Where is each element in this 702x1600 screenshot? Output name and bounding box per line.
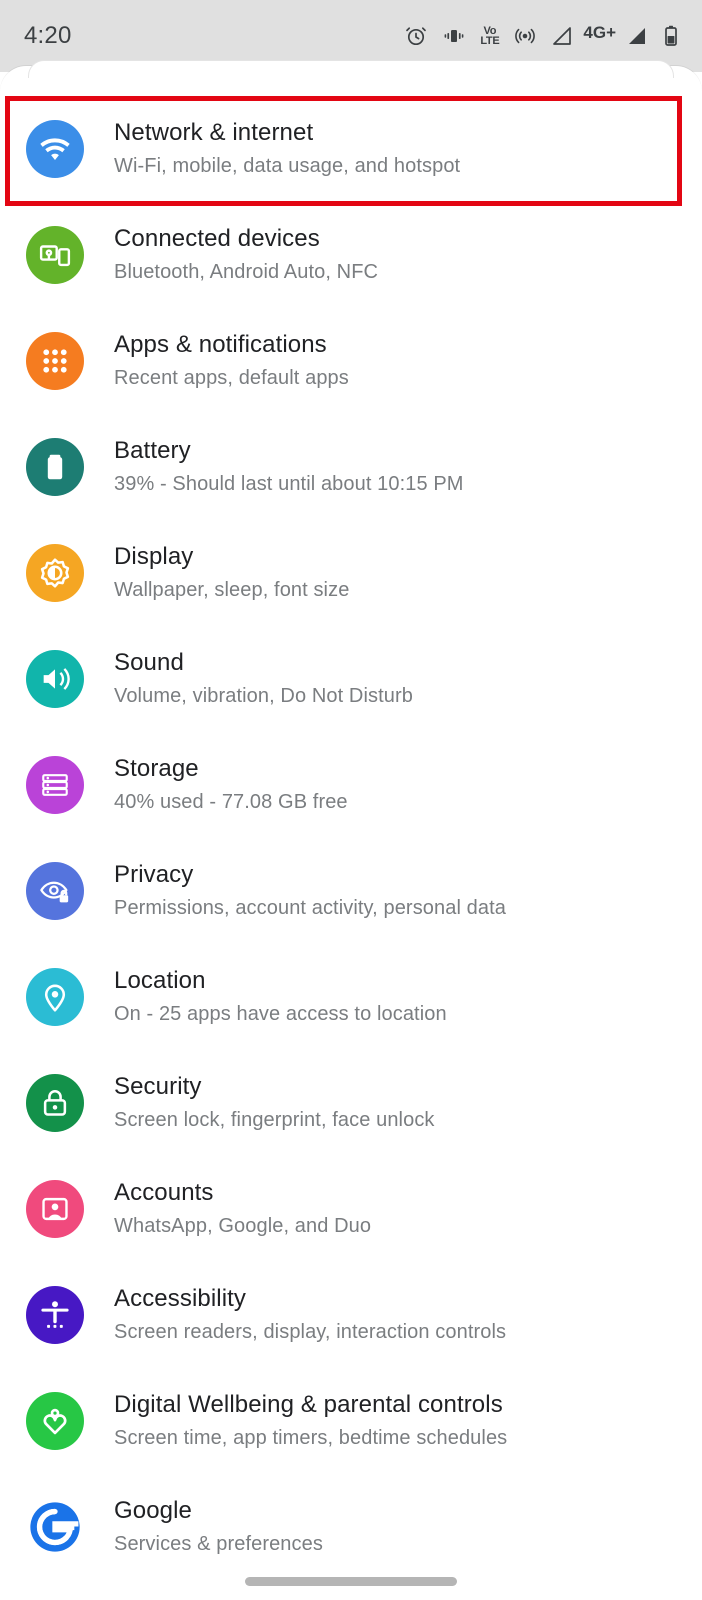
apps-grid-icon (26, 332, 84, 390)
row-subtitle: WhatsApp, Google, and Duo (114, 1214, 372, 1237)
row-icon-wrap (24, 1284, 86, 1346)
battery-icon (26, 438, 84, 496)
row-icon-wrap (24, 542, 86, 604)
row-title: Security (114, 1073, 202, 1101)
row-icon-wrap (24, 648, 86, 710)
settings-row-google[interactable]: Google Services & preferences (0, 1474, 702, 1580)
brightness-icon (26, 544, 84, 602)
row-title: Display (114, 543, 194, 571)
eye-lock-icon (26, 862, 84, 920)
volte-icon: Vo LTE (480, 26, 500, 47)
accessibility-icon (26, 1286, 84, 1344)
wellbeing-heart-icon (26, 1392, 84, 1450)
row-texts: Location On - 25 apps have access to loc… (114, 967, 447, 1026)
row-texts: Digital Wellbeing & parental controls Sc… (114, 1391, 507, 1450)
row-texts: Storage 40% used - 77.08 GB free (114, 755, 348, 814)
status-clock: 4:20 (24, 22, 72, 49)
row-icon-wrap (24, 118, 86, 180)
row-title: Accessibility (114, 1285, 246, 1313)
row-subtitle: Wi-Fi, mobile, data usage, and hotspot (114, 154, 461, 177)
row-icon-wrap (24, 1390, 86, 1452)
lock-icon (26, 1074, 84, 1132)
row-title: Network & internet (114, 119, 314, 147)
row-title: Battery (114, 437, 191, 465)
settings-row-display[interactable]: Display Wallpaper, sleep, font size (0, 520, 702, 626)
row-texts: Google Services & preferences (114, 1497, 323, 1556)
row-subtitle: Screen readers, display, interaction con… (114, 1320, 507, 1343)
settings-row-network-internet[interactable]: Network & internet Wi-Fi, mobile, data u… (0, 96, 702, 202)
row-texts: Apps & notifications Recent apps, defaul… (114, 331, 349, 390)
settings-row-storage[interactable]: Storage 40% used - 77.08 GB free (0, 732, 702, 838)
storage-icon (26, 756, 84, 814)
google-g-icon (26, 1498, 84, 1556)
row-subtitle: Volume, vibration, Do Not Disturb (114, 684, 413, 707)
settings-row-location[interactable]: Location On - 25 apps have access to loc… (0, 944, 702, 1050)
settings-row-apps-notifications[interactable]: Apps & notifications Recent apps, defaul… (0, 308, 702, 414)
row-texts: Accessibility Screen readers, display, i… (114, 1285, 506, 1344)
row-icon-wrap (24, 436, 86, 498)
hotspot-icon (513, 24, 537, 48)
row-texts: Display Wallpaper, sleep, font size (114, 543, 349, 602)
row-subtitle: Screen time, app timers, bedtime schedul… (114, 1426, 508, 1449)
wifi-icon (26, 120, 84, 178)
row-title: Location (114, 967, 206, 995)
row-icon-wrap (24, 224, 86, 286)
alarm-icon (404, 24, 428, 48)
row-icon-wrap (24, 860, 86, 922)
row-title: Sound (114, 649, 184, 677)
row-title: Apps & notifications (114, 331, 327, 359)
row-title: Connected devices (114, 225, 320, 253)
status-icon-group: Vo LTE 4G+ (404, 23, 680, 49)
row-title: Accounts (114, 1179, 214, 1207)
settings-row-privacy[interactable]: Privacy Permissions, account activity, p… (0, 838, 702, 944)
volte-bottom-label: LTE (480, 35, 500, 47)
settings-row-security[interactable]: Security Screen lock, fingerprint, face … (0, 1050, 702, 1156)
row-texts: Security Screen lock, fingerprint, face … (114, 1073, 435, 1132)
row-subtitle: On - 25 apps have access to location (114, 1002, 447, 1025)
row-icon-wrap (24, 330, 86, 392)
vibrate-icon (442, 24, 466, 48)
row-texts: Privacy Permissions, account activity, p… (114, 861, 506, 920)
row-subtitle: Recent apps, default apps (114, 366, 349, 389)
row-icon-wrap (24, 1072, 86, 1134)
settings-row-battery[interactable]: Battery 39% - Should last until about 10… (0, 414, 702, 520)
settings-row-connected-devices[interactable]: Connected devices Bluetooth, Android Aut… (0, 202, 702, 308)
settings-row-accounts[interactable]: Accounts WhatsApp, Google, and Duo (0, 1156, 702, 1262)
row-title: Google (114, 1497, 192, 1525)
location-pin-icon (26, 968, 84, 1026)
signal-bars-2-icon (626, 25, 648, 47)
network-type-label: 4G+ (583, 23, 616, 42)
row-subtitle: Permissions, account activity, personal … (114, 896, 506, 919)
settings-screen: 4:20 Vo LTE 4G+ Network & internet Wi-Fi… (0, 0, 702, 1600)
signal-bars-icon (551, 25, 573, 47)
row-subtitle: 40% used - 77.08 GB free (114, 790, 348, 813)
row-texts: Connected devices Bluetooth, Android Aut… (114, 225, 378, 284)
settings-list: Network & internet Wi-Fi, mobile, data u… (0, 96, 702, 1580)
row-subtitle: Bluetooth, Android Auto, NFC (114, 260, 379, 283)
row-icon-wrap (24, 966, 86, 1028)
volume-icon (26, 650, 84, 708)
row-title: Storage (114, 755, 199, 783)
battery-icon (662, 24, 680, 48)
row-subtitle: Screen lock, fingerprint, face unlock (114, 1108, 435, 1131)
row-texts: Accounts WhatsApp, Google, and Duo (114, 1179, 371, 1238)
settings-row-digital-wellbeing[interactable]: Digital Wellbeing & parental controls Sc… (0, 1368, 702, 1474)
settings-row-accessibility[interactable]: Accessibility Screen readers, display, i… (0, 1262, 702, 1368)
row-subtitle: Services & preferences (114, 1532, 323, 1555)
row-subtitle: 39% - Should last until about 10:15 PM (114, 472, 464, 495)
search-bar-stub[interactable] (28, 60, 674, 78)
row-icon-wrap (24, 754, 86, 816)
row-icon-wrap (24, 1178, 86, 1240)
row-subtitle: Wallpaper, sleep, font size (114, 578, 350, 601)
row-texts: Sound Volume, vibration, Do Not Disturb (114, 649, 413, 708)
row-icon-wrap (24, 1496, 86, 1558)
row-title: Digital Wellbeing & parental controls (114, 1391, 503, 1419)
row-texts: Battery 39% - Should last until about 10… (114, 437, 464, 496)
settings-row-sound[interactable]: Sound Volume, vibration, Do Not Disturb (0, 626, 702, 732)
row-texts: Network & internet Wi-Fi, mobile, data u… (114, 119, 460, 178)
devices-icon (26, 226, 84, 284)
account-card-icon (26, 1180, 84, 1238)
gesture-nav-pill[interactable] (245, 1577, 457, 1586)
row-title: Privacy (114, 861, 194, 889)
